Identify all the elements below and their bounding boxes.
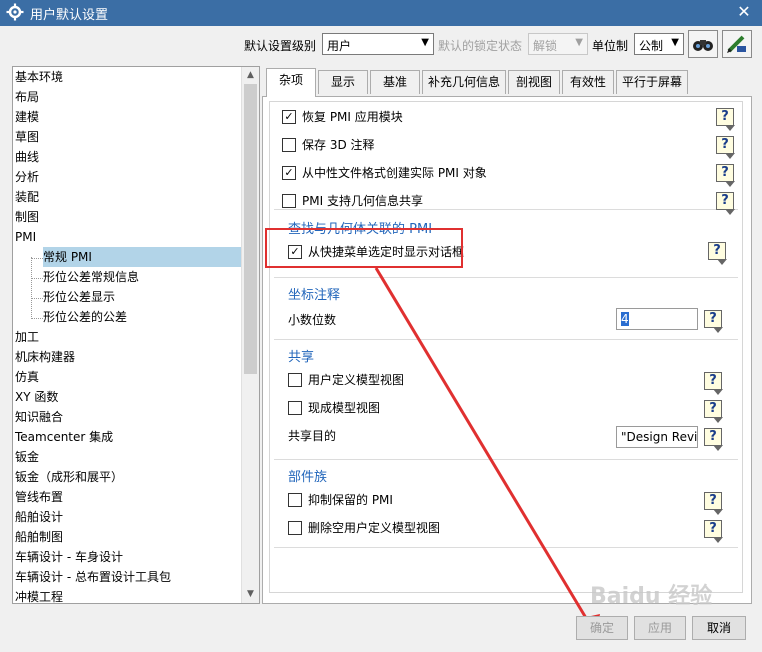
apply-button[interactable]: 应用 xyxy=(634,616,686,640)
annotation-arrow xyxy=(374,267,600,636)
watermark: Baidu 经验 xyxy=(590,584,713,609)
cancel-button[interactable]: 取消 xyxy=(692,616,746,640)
ok-button[interactable]: 确定 xyxy=(576,616,628,640)
tab-misc[interactable]: 杂项 xyxy=(266,68,316,97)
